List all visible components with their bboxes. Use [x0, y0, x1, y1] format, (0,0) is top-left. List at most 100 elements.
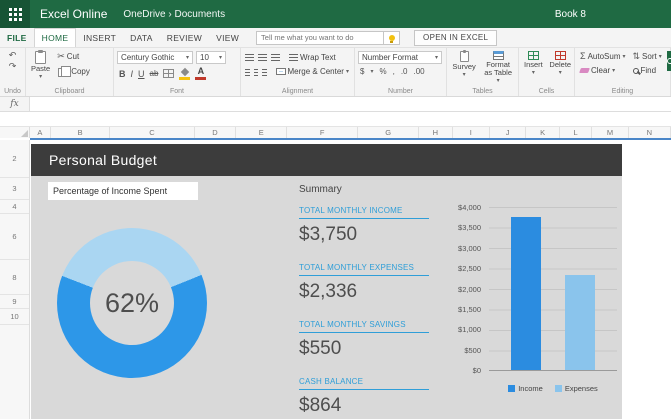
- ribbon-tab-row: FILE HOME INSERT DATA REVIEW VIEW OPEN I…: [0, 28, 671, 48]
- row-header[interactable]: 9: [0, 295, 29, 309]
- align-left-icon[interactable]: [245, 68, 250, 70]
- y-axis-tick: $4,000: [458, 203, 481, 212]
- column-header[interactable]: J: [490, 127, 527, 138]
- column-header[interactable]: K: [526, 127, 560, 138]
- wrap-text-button[interactable]: Wrap Text: [287, 51, 338, 63]
- strikethrough-button[interactable]: ab: [150, 69, 159, 78]
- app-launcher-button[interactable]: [0, 0, 30, 28]
- column-header[interactable]: F: [287, 127, 359, 138]
- underline-button[interactable]: U: [138, 69, 145, 79]
- row-header[interactable]: 8: [0, 260, 29, 295]
- align-right-icon[interactable]: [262, 68, 267, 70]
- sort-button[interactable]: ⇅ Sort ▾: [631, 51, 664, 62]
- tab-view[interactable]: VIEW: [209, 28, 246, 47]
- worksheet-area: 2 3 4 6 8 9 10 Personal Budget Percentag…: [0, 140, 671, 419]
- font-family-dropdown[interactable]: Century Gothic ▾: [117, 51, 193, 64]
- bold-button[interactable]: B: [119, 69, 126, 79]
- format-as-table-button[interactable]: Format as Table ▾: [481, 51, 515, 85]
- tab-data[interactable]: DATA: [123, 28, 160, 47]
- legend-item-income[interactable]: Income: [508, 384, 543, 393]
- summary-value: $864: [299, 395, 342, 416]
- merge-center-button[interactable]: Merge & Center ▾: [274, 66, 351, 77]
- align-center-icon[interactable]: [253, 68, 258, 70]
- row-header[interactable]: 6: [0, 214, 29, 260]
- delete-button[interactable]: Delete ▾: [548, 51, 573, 85]
- font-group: Century Gothic ▾ 10 ▾ B I U ab A Font: [114, 48, 241, 96]
- budget-sheet[interactable]: Personal Budget Percentage of Income Spe…: [31, 144, 622, 419]
- expenses-bar[interactable]: [565, 274, 595, 370]
- survey-button[interactable]: Survey ▾: [450, 50, 478, 85]
- row-header[interactable]: 3: [0, 178, 29, 200]
- find-button[interactable]: Find: [631, 65, 664, 76]
- column-header[interactable]: E: [236, 127, 288, 138]
- undo-icon[interactable]: ↶: [9, 51, 17, 60]
- open-in-excel-button[interactable]: OPEN IN EXCEL: [414, 29, 498, 46]
- autosum-caret-icon: ▾: [622, 54, 626, 60]
- borders-button[interactable]: [163, 69, 175, 78]
- row-header-column: 2 3 4 6 8 9 10: [0, 140, 30, 419]
- alignment-group: Wrap Text Merge & Center ▾ Alignment: [241, 48, 355, 96]
- align-middle-icon[interactable]: [258, 54, 267, 55]
- donut-chart-title: Percentage of Income Spent: [48, 182, 198, 200]
- column-header[interactable]: I: [453, 127, 490, 138]
- donut-chart[interactable]: 62%: [57, 228, 207, 378]
- row-header[interactable]: 2: [0, 140, 29, 178]
- clear-button[interactable]: Clear ▾: [578, 65, 628, 76]
- percent-button[interactable]: %: [379, 67, 386, 76]
- document-title[interactable]: Book 8: [555, 9, 586, 20]
- select-all-corner[interactable]: [0, 127, 30, 138]
- currency-button[interactable]: $: [360, 67, 364, 76]
- font-size-dropdown[interactable]: 10 ▾: [196, 51, 226, 64]
- tell-me-button[interactable]: [384, 30, 401, 45]
- copy-icon: [58, 66, 72, 77]
- paste-button[interactable]: Paste ▾: [29, 50, 52, 85]
- copy-button[interactable]: Copy: [55, 65, 92, 78]
- font-color-button[interactable]: A: [195, 67, 207, 80]
- row-header[interactable]: 10: [0, 309, 29, 325]
- redo-icon[interactable]: ↷: [9, 62, 17, 71]
- cut-button[interactable]: ✂ Cut: [55, 51, 92, 62]
- column-header[interactable]: L: [560, 127, 593, 138]
- insert-button[interactable]: Insert ▾: [522, 51, 545, 85]
- format-table-caret-icon: ▾: [496, 78, 500, 85]
- income-bar[interactable]: [511, 217, 541, 370]
- column-header[interactable]: B: [51, 127, 111, 138]
- column-header[interactable]: H: [419, 127, 453, 138]
- delete-cells-icon: [554, 51, 566, 60]
- cells-group-label: Cells: [538, 88, 555, 95]
- tab-review[interactable]: REVIEW: [160, 28, 209, 47]
- summary-item: TOTAL MONTHLY EXPENSES $2,336: [299, 263, 449, 303]
- align-bottom-icon[interactable]: [271, 54, 280, 55]
- fill-color-button[interactable]: [179, 67, 191, 80]
- increase-decimal-button[interactable]: .00: [414, 67, 425, 76]
- formula-input[interactable]: [30, 97, 671, 111]
- column-header[interactable]: A: [30, 127, 52, 138]
- summary-label: TOTAL MONTHLY SAVINGS: [299, 320, 429, 333]
- ribbon: ↶ ↷ Undo Paste ▾ ✂ Cut Copy Clipboard Ce…: [0, 48, 671, 97]
- column-header[interactable]: G: [358, 127, 420, 138]
- number-format-dropdown[interactable]: Number Format ▾: [358, 51, 442, 64]
- italic-button[interactable]: I: [131, 69, 134, 79]
- comma-button[interactable]: ,: [393, 67, 395, 76]
- autosum-sigma-icon: Σ: [580, 51, 586, 61]
- breadcrumb[interactable]: OneDrive › Documents: [123, 9, 225, 20]
- tab-home[interactable]: HOME: [33, 28, 77, 47]
- editing-group: Σ AutoSum ▾ Clear ▾ ⇅ Sort ▾ Find Editin…: [575, 48, 671, 96]
- search-sheet-button[interactable]: [666, 51, 671, 71]
- tab-file[interactable]: FILE: [0, 28, 34, 47]
- column-header[interactable]: M: [592, 127, 629, 138]
- tab-insert[interactable]: INSERT: [76, 28, 123, 47]
- income-swatch-icon: [508, 385, 516, 392]
- legend-item-expenses[interactable]: Expenses: [554, 384, 598, 393]
- fill-color-bar: [179, 76, 191, 80]
- align-top-icon[interactable]: [245, 54, 254, 55]
- column-header[interactable]: D: [195, 127, 237, 138]
- column-header[interactable]: N: [629, 127, 671, 138]
- column-header[interactable]: C: [110, 127, 195, 138]
- tell-me-input[interactable]: [256, 30, 385, 45]
- autosum-button[interactable]: Σ AutoSum ▾: [578, 51, 628, 62]
- decrease-decimal-button[interactable]: .0: [401, 67, 408, 76]
- y-axis-tick: $500: [464, 345, 481, 355]
- bar-chart[interactable]: [489, 207, 617, 371]
- row-header[interactable]: 4: [0, 200, 29, 214]
